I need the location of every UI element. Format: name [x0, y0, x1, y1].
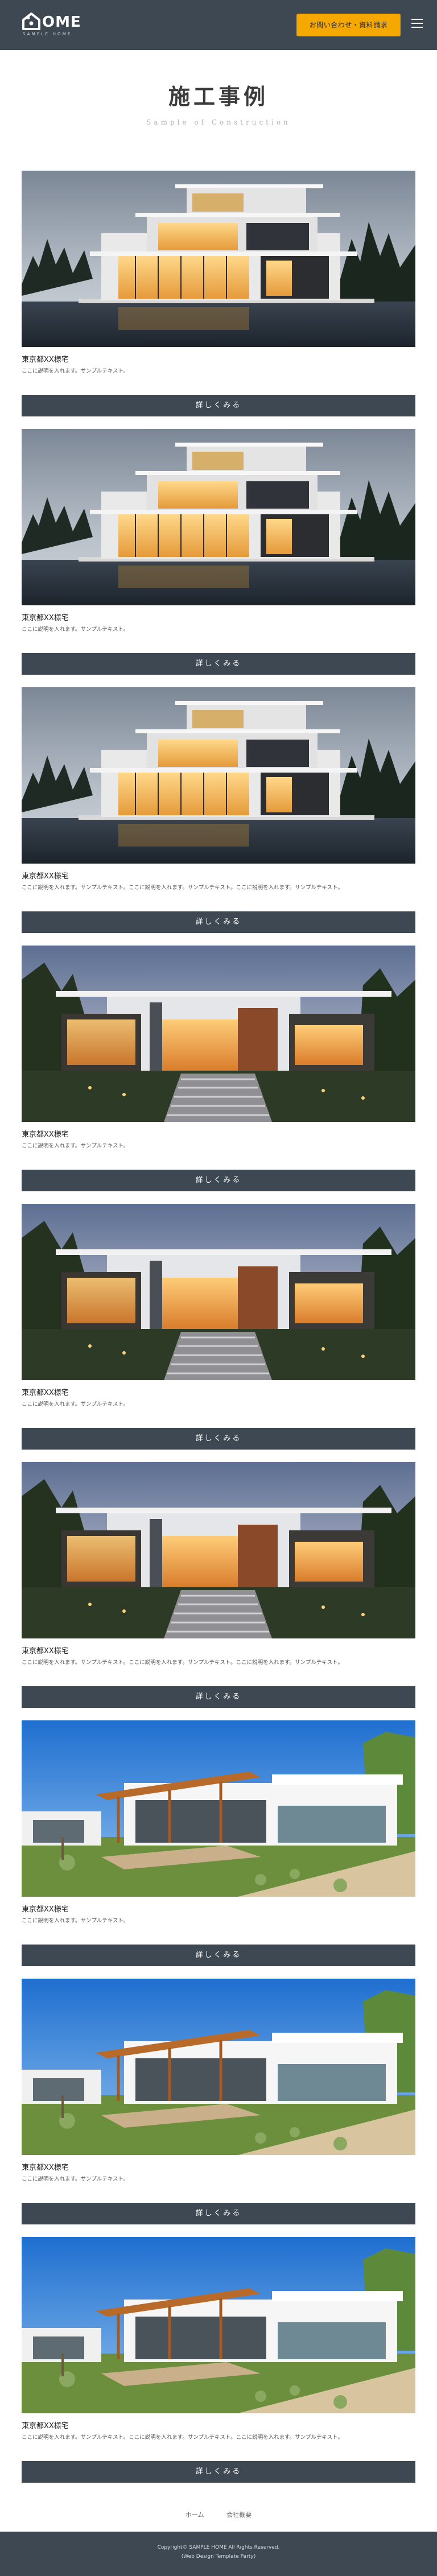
- work-photo[interactable]: [22, 946, 415, 1122]
- page-subtitle: Sample of Construction: [146, 118, 291, 126]
- work-name: 東京都XX様宅: [22, 2164, 69, 2172]
- work-card: 東京都XX様宅 ここに説明を入れます。サンプルテキスト。ここに説明を入れます。サ…: [22, 687, 415, 938]
- work-card: 東京都XX様宅 ここに説明を入れます。サンプルテキスト。ここに説明を入れます。サ…: [22, 2237, 415, 2487]
- house-logo-icon: [22, 13, 40, 30]
- work-name: 東京都XX様宅: [22, 1647, 69, 1656]
- work-card: 東京都XX様宅 ここに説明を入れます。サンプルテキスト。 詳しくみる: [22, 1979, 415, 2229]
- view-details-button[interactable]: 詳しくみる: [22, 2461, 415, 2483]
- work-description: ここに説明を入れます。サンプルテキスト。ここに説明を入れます。サンプルテキスト。…: [22, 885, 343, 891]
- work-photo[interactable]: [22, 1979, 415, 2155]
- view-details-button[interactable]: 詳しくみる: [22, 1170, 415, 1191]
- site-logo[interactable]: OME SAMPLE HOME: [22, 11, 90, 36]
- work-name: 東京都XX様宅: [22, 1389, 69, 1397]
- view-details-button[interactable]: 詳しくみる: [22, 1945, 415, 1966]
- work-description: ここに説明を入れます。サンプルテキスト。: [22, 1143, 129, 1149]
- work-name: 東京都XX様宅: [22, 2422, 69, 2430]
- work-name: 東京都XX様宅: [22, 356, 69, 364]
- template-credit: (Web Design Template Party): [181, 2554, 256, 2560]
- modern-house-dusk-photo: [22, 171, 415, 347]
- copyright-text: Copyright© SAMPLE HOME All Rights Reserv…: [157, 2545, 280, 2550]
- logo-text: OME: [42, 14, 81, 31]
- work-description: ここに説明を入れます。サンプルテキスト。: [22, 368, 129, 374]
- view-details-button[interactable]: 詳しくみる: [22, 1428, 415, 1450]
- work-name: 東京都XX様宅: [22, 614, 69, 622]
- work-description: ここに説明を入れます。サンプルテキスト。: [22, 1401, 129, 1407]
- house-with-steps-photo: [22, 1462, 415, 1638]
- work-card: 東京都XX様宅 ここに説明を入れます。サンプルテキスト。ここに説明を入れます。サ…: [22, 1462, 415, 1712]
- work-description: ここに説明を入れます。サンプルテキスト。: [22, 626, 129, 633]
- modern-house-dusk-photo: [22, 687, 415, 864]
- footer-link-company[interactable]: 会社概要: [226, 2511, 252, 2519]
- page-title: 施工事例: [168, 84, 269, 109]
- work-name: 東京都XX様宅: [22, 872, 69, 881]
- logo-tagline: SAMPLE HOME: [23, 32, 72, 36]
- view-details-button[interactable]: 詳しくみる: [22, 2203, 415, 2224]
- work-description: ここに説明を入れます。サンプルテキスト。: [22, 1918, 129, 1924]
- site-header: OME SAMPLE HOME お問い合わせ・資料請求: [0, 0, 437, 50]
- work-photo[interactable]: [22, 2237, 415, 2413]
- view-details-button[interactable]: 詳しくみる: [22, 653, 415, 675]
- work-description: ここに説明を入れます。サンプルテキスト。: [22, 2176, 129, 2182]
- view-details-button[interactable]: 詳しくみる: [22, 1686, 415, 1708]
- work-card: 東京都XX様宅 ここに説明を入れます。サンプルテキスト。 詳しくみる: [22, 946, 415, 1196]
- work-card: 東京都XX様宅 ここに説明を入れます。サンプルテキスト。 詳しくみる: [22, 1720, 415, 1971]
- work-description: ここに説明を入れます。サンプルテキスト。ここに説明を入れます。サンプルテキスト。…: [22, 1659, 343, 1666]
- white-house-pergola-photo: [22, 1720, 415, 1897]
- modern-house-dusk-photo: [22, 429, 415, 605]
- hamburger-menu-icon[interactable]: [411, 19, 423, 31]
- work-card: 東京都XX様宅 ここに説明を入れます。サンプルテキスト。 詳しくみる: [22, 171, 415, 421]
- work-photo[interactable]: [22, 1204, 415, 1380]
- white-house-pergola-photo: [22, 2237, 415, 2413]
- work-card: 東京都XX様宅 ここに説明を入れます。サンプルテキスト。 詳しくみる: [22, 1204, 415, 1454]
- work-card: 東京都XX様宅 ここに説明を入れます。サンプルテキスト。 詳しくみる: [22, 429, 415, 679]
- work-photo[interactable]: [22, 687, 415, 864]
- work-name: 東京都XX様宅: [22, 1905, 69, 1914]
- footer-nav: ホーム 会社概要: [0, 2510, 437, 2519]
- work-photo[interactable]: [22, 1720, 415, 1897]
- site-footer: Copyright© SAMPLE HOME All Rights Reserv…: [0, 2532, 437, 2576]
- work-photo[interactable]: [22, 1462, 415, 1638]
- work-photo[interactable]: [22, 429, 415, 605]
- white-house-pergola-photo: [22, 1979, 415, 2155]
- house-with-steps-photo: [22, 1204, 415, 1380]
- house-with-steps-photo: [22, 946, 415, 1122]
- view-details-button[interactable]: 詳しくみる: [22, 395, 415, 416]
- work-description: ここに説明を入れます。サンプルテキスト。ここに説明を入れます。サンプルテキスト。…: [22, 2434, 343, 2441]
- work-photo[interactable]: [22, 171, 415, 347]
- work-name: 東京都XX様宅: [22, 1130, 69, 1139]
- contact-request-button[interactable]: お問い合わせ・資料請求: [296, 14, 401, 36]
- footer-link-home[interactable]: ホーム: [185, 2511, 204, 2519]
- view-details-button[interactable]: 詳しくみる: [22, 911, 415, 933]
